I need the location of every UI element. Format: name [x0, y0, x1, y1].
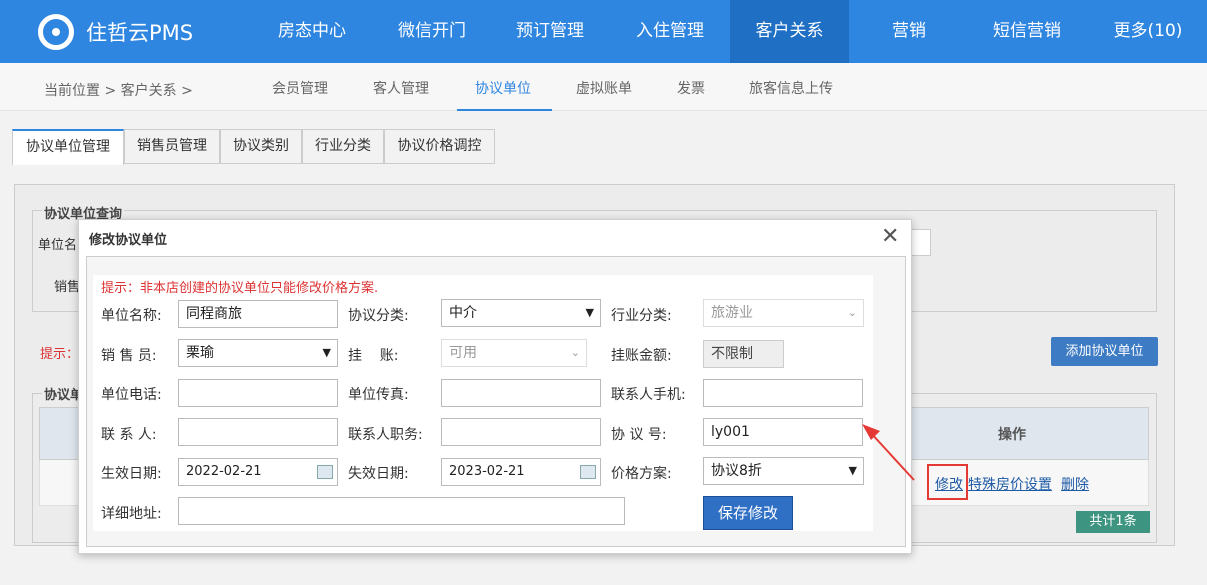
- delete-link[interactable]: 删除: [1061, 474, 1089, 494]
- label-end-date: 失效日期:: [348, 466, 409, 482]
- label-credit-amount: 挂账金额:: [611, 348, 672, 364]
- close-icon[interactable]: ✕: [881, 224, 899, 249]
- industry-select: 旅游业 ⌄: [703, 299, 864, 327]
- address-field[interactable]: [178, 497, 625, 525]
- start-date-field[interactable]: 2022-02-21: [178, 458, 338, 486]
- label-address: 详细地址:: [101, 506, 162, 522]
- label-price-plan: 价格方案:: [611, 466, 672, 482]
- credit-select: 可用 ⌄: [441, 339, 587, 367]
- chevron-down-icon: ▼: [322, 346, 331, 359]
- credit-amount-field: 不限制: [703, 340, 784, 368]
- category-select[interactable]: 中介 ▼: [441, 299, 601, 327]
- industry-value: 旅游业: [711, 305, 753, 321]
- top-nav-bar: 住哲云PMS 房态中心 微信开门 预订管理 入住管理 客户关系 营销 短信营销 …: [0, 0, 1207, 63]
- chevron-down-icon: ⌄: [570, 346, 580, 359]
- subtab-agreement-units[interactable]: 协议单位: [475, 78, 531, 98]
- chevron-down-icon: ▼: [848, 464, 857, 477]
- sales-value: 栗瑜: [186, 345, 214, 361]
- brand-name: 住哲云PMS: [86, 21, 194, 45]
- subtab-guest-upload[interactable]: 旅客信息上传: [749, 78, 833, 98]
- label-fax: 单位传真:: [348, 387, 409, 403]
- contact-mobile-field[interactable]: [703, 379, 863, 407]
- nav-more[interactable]: 更多(10): [1094, 0, 1202, 63]
- label-contact: 联 系 人:: [101, 427, 157, 443]
- brand-logo-icon: [38, 14, 74, 50]
- calendar-icon[interactable]: [317, 465, 333, 479]
- contact-title-field[interactable]: [441, 418, 601, 446]
- tab-salesperson-management[interactable]: 销售员管理: [124, 129, 220, 164]
- breadcrumb: 当前位置 > 客户关系 >: [44, 83, 193, 99]
- label-contact-title: 联系人职务:: [348, 427, 423, 443]
- subtab-invoice[interactable]: 发票: [677, 78, 705, 98]
- form-warning: 提示：非本店创建的协议单位只能修改价格方案.: [101, 281, 379, 296]
- query-sales-label: 销售: [54, 280, 81, 295]
- price-plan-select[interactable]: 协议8折 ▼: [703, 457, 864, 485]
- nav-customer-relations[interactable]: 客户关系: [730, 0, 849, 63]
- unit-name-field[interactable]: 同程商旅: [178, 300, 338, 328]
- calendar-icon[interactable]: [580, 465, 596, 479]
- chevron-down-icon: ▼: [585, 306, 594, 319]
- hint-text: 提示：: [40, 347, 80, 362]
- label-agreement-no: 协 议 号:: [611, 427, 667, 443]
- sub-nav-bar: 当前位置 > 客户关系 > 会员管理 客人管理 协议单位 虚拟账单 发票 旅客信…: [0, 63, 1207, 111]
- active-subtab-indicator: [457, 109, 552, 111]
- label-unit-name: 单位名称:: [101, 308, 162, 324]
- nav-marketing[interactable]: 营销: [855, 0, 963, 63]
- end-date-field[interactable]: 2023-02-21: [441, 458, 601, 486]
- sales-select[interactable]: 栗瑜 ▼: [178, 339, 338, 367]
- special-rate-link[interactable]: 特殊房价设置: [968, 474, 1052, 494]
- dialog-title: 修改协议单位: [89, 233, 168, 248]
- credit-value: 可用: [449, 345, 477, 361]
- tab-agreement-price-control[interactable]: 协议价格调控: [384, 129, 495, 164]
- category-value: 中介: [449, 305, 477, 321]
- tab-industry-category[interactable]: 行业分类: [302, 129, 384, 164]
- nav-sms-marketing[interactable]: 短信营销: [972, 0, 1082, 63]
- query-unit-name-label: 单位名: [38, 238, 78, 253]
- nav-checkin[interactable]: 入住管理: [616, 0, 724, 63]
- nav-reservation[interactable]: 预订管理: [496, 0, 604, 63]
- label-industry: 行业分类:: [611, 308, 672, 324]
- operation-column-header: 操作: [998, 427, 1026, 443]
- price-plan-value: 协议8折: [711, 463, 762, 479]
- chevron-down-icon: ⌄: [847, 306, 857, 319]
- phone-field[interactable]: [178, 379, 338, 407]
- highlight-box: [927, 464, 968, 500]
- subtab-virtual-bill[interactable]: 虚拟账单: [576, 78, 632, 98]
- nav-room-status[interactable]: 房态中心: [258, 0, 366, 63]
- subtab-members[interactable]: 会员管理: [272, 78, 328, 98]
- fax-field[interactable]: [441, 379, 601, 407]
- label-category: 协议分类:: [348, 308, 409, 324]
- label-credit: 挂 账:: [348, 348, 399, 364]
- start-date-value: 2022-02-21: [186, 464, 262, 479]
- add-agreement-unit-button[interactable]: 添加协议单位: [1051, 337, 1158, 366]
- end-date-value: 2023-02-21: [449, 464, 525, 479]
- total-count-badge: 共计1条: [1076, 511, 1150, 533]
- contact-field[interactable]: [178, 418, 338, 446]
- save-changes-button[interactable]: 保存修改: [703, 496, 793, 530]
- agreement-no-field[interactable]: ly001: [703, 418, 863, 446]
- tab-agreement-category[interactable]: 协议类别: [220, 129, 302, 164]
- tab-agreement-unit-management[interactable]: 协议单位管理: [12, 129, 124, 165]
- subtab-guests[interactable]: 客人管理: [373, 78, 429, 98]
- label-contact-mobile: 联系人手机:: [611, 387, 686, 403]
- label-start-date: 生效日期:: [101, 466, 162, 482]
- nav-wechat-door[interactable]: 微信开门: [378, 0, 486, 63]
- label-sales: 销 售 员:: [101, 348, 157, 364]
- query-input[interactable]: [910, 229, 931, 256]
- label-phone: 单位电话:: [101, 387, 162, 403]
